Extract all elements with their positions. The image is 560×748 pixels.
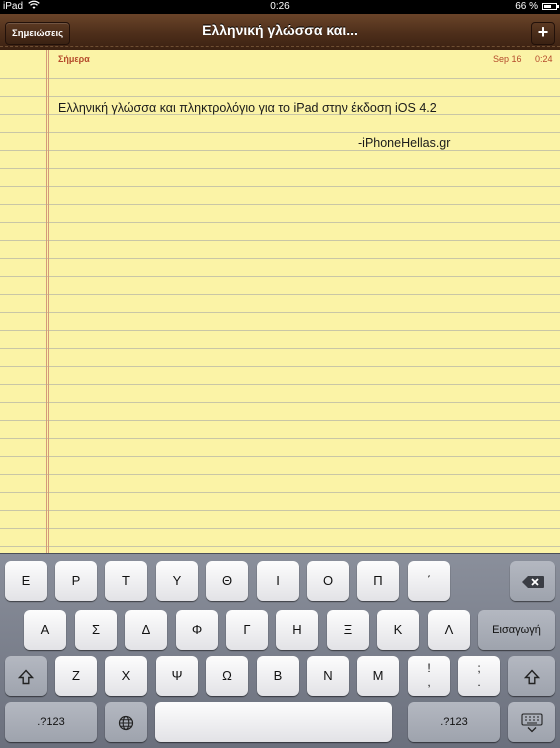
clock: 0:26 bbox=[270, 1, 290, 12]
keyboard: Ε Ρ Τ Υ Θ Ι Ο Π ΄ Α Σ Δ Φ Γ Η Ξ Κ Λ Εισα… bbox=[0, 553, 560, 748]
key[interactable]: Δ bbox=[125, 610, 167, 650]
globe-icon bbox=[118, 715, 134, 731]
key[interactable]: Υ bbox=[156, 561, 198, 601]
key-top-symbol: ! bbox=[427, 661, 431, 675]
numbers-key-left[interactable]: .?123 bbox=[5, 702, 97, 742]
key[interactable]: Ξ bbox=[327, 610, 369, 650]
note-date: Sep 16 bbox=[493, 54, 522, 64]
battery-percent: 66 % bbox=[515, 1, 538, 12]
key[interactable]: Γ bbox=[226, 610, 268, 650]
key[interactable]: Ζ bbox=[55, 656, 97, 696]
shift-icon bbox=[17, 669, 35, 685]
note-paper[interactable] bbox=[0, 50, 560, 553]
key[interactable]: Ρ bbox=[55, 561, 97, 601]
key[interactable]: Φ bbox=[176, 610, 218, 650]
space-bar[interactable] bbox=[155, 702, 392, 742]
note-text-line[interactable]: Ελληνική γλώσσα και πληκτρολόγιο για το … bbox=[58, 101, 437, 115]
key[interactable]: Λ bbox=[428, 610, 470, 650]
key[interactable]: Τ bbox=[105, 561, 147, 601]
enter-key[interactable]: Εισαγωγή bbox=[478, 610, 555, 650]
key[interactable]: Β bbox=[257, 656, 299, 696]
shift-key-right[interactable] bbox=[508, 656, 555, 696]
hide-keyboard-key[interactable] bbox=[508, 702, 555, 742]
key[interactable]: Κ bbox=[377, 610, 419, 650]
key[interactable]: Ψ bbox=[156, 656, 198, 696]
key[interactable]: Ι bbox=[257, 561, 299, 601]
backspace-key[interactable] bbox=[510, 561, 555, 601]
note-text-line[interactable]: -iPhoneHellas.gr bbox=[358, 136, 450, 150]
key[interactable]: Π bbox=[357, 561, 399, 601]
key[interactable]: Ν bbox=[307, 656, 349, 696]
nav-bar: Σημειώσεις Ελληνική γλώσσα και... + bbox=[0, 14, 560, 51]
note-day: Σήμερα bbox=[58, 54, 90, 64]
key[interactable]: Ο bbox=[307, 561, 349, 601]
key[interactable]: Ω bbox=[206, 656, 248, 696]
status-bar: iPad 0:26 66 % bbox=[0, 0, 560, 14]
key[interactable]: Η bbox=[276, 610, 318, 650]
key[interactable]: Σ bbox=[75, 610, 117, 650]
backspace-icon bbox=[521, 575, 545, 589]
key[interactable]: Θ bbox=[206, 561, 248, 601]
battery-icon bbox=[542, 3, 559, 10]
key[interactable]: Χ bbox=[105, 656, 147, 696]
key-top-symbol: ; bbox=[477, 661, 481, 675]
margin-line bbox=[46, 50, 49, 553]
numbers-key-right[interactable]: .?123 bbox=[408, 702, 500, 742]
shift-key-left[interactable] bbox=[5, 656, 47, 696]
punctuation-key[interactable]: ; . bbox=[458, 656, 500, 696]
shift-icon bbox=[523, 669, 540, 685]
note-time: 0:24 bbox=[535, 54, 553, 64]
key-bottom-symbol: , bbox=[427, 675, 431, 689]
globe-key[interactable] bbox=[105, 702, 147, 742]
page-title: Ελληνική γλώσσα και... bbox=[202, 22, 358, 38]
notes-list-button[interactable]: Σημειώσεις bbox=[5, 22, 71, 45]
key[interactable]: ΄ bbox=[408, 561, 450, 601]
add-note-button[interactable]: + bbox=[531, 22, 555, 45]
key-bottom-symbol: . bbox=[477, 675, 481, 689]
punctuation-key[interactable]: ! , bbox=[408, 656, 450, 696]
key[interactable]: Μ bbox=[357, 656, 399, 696]
hide-keyboard-icon bbox=[520, 713, 543, 733]
key[interactable]: Α bbox=[24, 610, 66, 650]
key[interactable]: Ε bbox=[5, 561, 47, 601]
